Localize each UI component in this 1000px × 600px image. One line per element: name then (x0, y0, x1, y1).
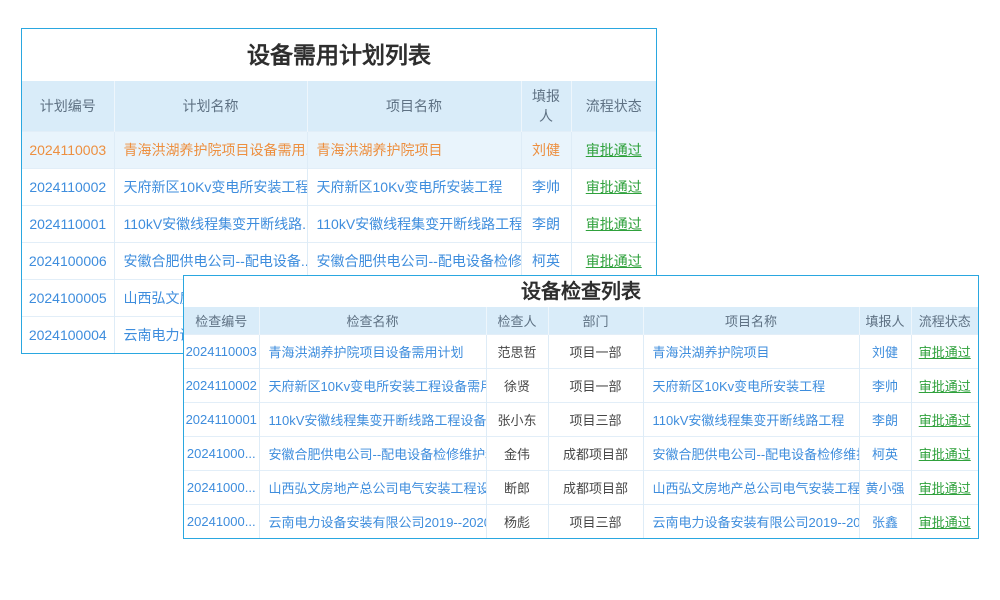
cell-reporter: 张鑫 (859, 505, 911, 539)
cell-project[interactable]: 110kV安徽线程集变开断线路工程 (307, 206, 521, 243)
cell-code[interactable]: 2024100004 (22, 317, 114, 354)
column-header: 部门 (548, 307, 643, 335)
column-header: 填报人 (859, 307, 911, 335)
cell-reporter: 刘健 (521, 132, 571, 169)
cell-status[interactable]: 审批通过 (571, 243, 656, 280)
cell-code[interactable]: 20241000... (184, 505, 259, 539)
cell-department: 成都项目部 (548, 471, 643, 505)
table-row[interactable]: 2024110002天府新区10Kv变电所安装工程设备需用计划徐贤项目一部天府新… (184, 369, 978, 403)
cell-code[interactable]: 2024100006 (22, 243, 114, 280)
cell-name[interactable]: 安徽合肥供电公司--配电设备... (114, 243, 307, 280)
inspection-table: 检查编号检查名称检查人部门项目名称填报人流程状态 2024110003青海洪湖养… (184, 307, 978, 538)
cell-inspector: 范思哲 (486, 335, 548, 369)
cell-code[interactable]: 2024110002 (22, 169, 114, 206)
cell-code[interactable]: 2024100005 (22, 280, 114, 317)
column-header: 计划编号 (22, 81, 114, 132)
cell-project[interactable]: 青海洪湖养护院项目 (643, 335, 859, 369)
inspection-list-title: 设备检查列表 (184, 276, 978, 307)
cell-department: 项目三部 (548, 403, 643, 437)
table-row[interactable]: 2024110001110kV安徽线程集变开断线路...110kV安徽线程集变开… (22, 206, 656, 243)
inspection-table-body: 2024110003青海洪湖养护院项目设备需用计划范思哲项目一部青海洪湖养护院项… (184, 335, 978, 539)
column-header: 项目名称 (307, 81, 521, 132)
cell-project[interactable]: 安徽合肥供电公司--配电设备检修... (307, 243, 521, 280)
cell-project[interactable]: 安徽合肥供电公司--配电设备检修维护... (643, 437, 859, 471)
cell-reporter: 李朗 (521, 206, 571, 243)
table-row[interactable]: 20241000...安徽合肥供电公司--配电设备检修维护和...金伟成都项目部… (184, 437, 978, 471)
cell-status[interactable]: 审批通过 (911, 471, 978, 505)
table-row[interactable]: 2024100006安徽合肥供电公司--配电设备...安徽合肥供电公司--配电设… (22, 243, 656, 280)
table-row[interactable]: 2024110003青海洪湖养护院项目设备需用...青海洪湖养护院项目刘健审批通… (22, 132, 656, 169)
plan-list-title: 设备需用计划列表 (22, 29, 656, 81)
cell-project[interactable]: 青海洪湖养护院项目 (307, 132, 521, 169)
cell-status[interactable]: 审批通过 (911, 403, 978, 437)
column-header: 填报人 (521, 81, 571, 132)
table-row[interactable]: 2024110001110kV安徽线程集变开断线路工程设备需...张小东项目三部… (184, 403, 978, 437)
cell-name[interactable]: 山西弘文房地产总公司电气安装工程设备... (259, 471, 486, 505)
cell-code[interactable]: 2024110002 (184, 369, 259, 403)
cell-project[interactable]: 天府新区10Kv变电所安装工程 (307, 169, 521, 206)
cell-name[interactable]: 110kV安徽线程集变开断线路... (114, 206, 307, 243)
cell-department: 项目一部 (548, 369, 643, 403)
cell-inspector: 张小东 (486, 403, 548, 437)
cell-code[interactable]: 20241000... (184, 437, 259, 471)
cell-project[interactable]: 云南电力设备安装有限公司2019--202... (643, 505, 859, 539)
cell-inspector: 徐贤 (486, 369, 548, 403)
cell-project[interactable]: 110kV安徽线程集变开断线路工程 (643, 403, 859, 437)
cell-name[interactable]: 天府新区10Kv变电所安装工程... (114, 169, 307, 206)
cell-status[interactable]: 审批通过 (571, 206, 656, 243)
column-header: 检查编号 (184, 307, 259, 335)
cell-code[interactable]: 20241000... (184, 471, 259, 505)
cell-inspector: 金伟 (486, 437, 548, 471)
cell-department: 成都项目部 (548, 437, 643, 471)
column-header: 流程状态 (911, 307, 978, 335)
cell-status[interactable]: 审批通过 (911, 335, 978, 369)
cell-status[interactable]: 审批通过 (911, 505, 978, 539)
cell-reporter: 柯英 (521, 243, 571, 280)
inspection-table-header-row: 检查编号检查名称检查人部门项目名称填报人流程状态 (184, 307, 978, 335)
column-header: 项目名称 (643, 307, 859, 335)
cell-reporter: 刘健 (859, 335, 911, 369)
column-header: 检查名称 (259, 307, 486, 335)
cell-reporter: 柯英 (859, 437, 911, 471)
cell-name[interactable]: 青海洪湖养护院项目设备需用... (114, 132, 307, 169)
cell-department: 项目三部 (548, 505, 643, 539)
cell-code[interactable]: 2024110003 (184, 335, 259, 369)
cell-status[interactable]: 审批通过 (911, 437, 978, 471)
cell-status[interactable]: 审批通过 (571, 132, 656, 169)
cell-inspector: 断郎 (486, 471, 548, 505)
cell-project[interactable]: 山西弘文房地产总公司电气安装工程 (643, 471, 859, 505)
cell-code[interactable]: 2024110001 (184, 403, 259, 437)
cell-name[interactable]: 青海洪湖养护院项目设备需用计划 (259, 335, 486, 369)
cell-status[interactable]: 审批通过 (571, 169, 656, 206)
cell-code[interactable]: 2024110003 (22, 132, 114, 169)
cell-reporter: 李帅 (521, 169, 571, 206)
table-row[interactable]: 2024110002天府新区10Kv变电所安装工程...天府新区10Kv变电所安… (22, 169, 656, 206)
cell-name[interactable]: 天府新区10Kv变电所安装工程设备需用计划 (259, 369, 486, 403)
cell-reporter: 李帅 (859, 369, 911, 403)
cell-code[interactable]: 2024110001 (22, 206, 114, 243)
column-header: 计划名称 (114, 81, 307, 132)
cell-name[interactable]: 110kV安徽线程集变开断线路工程设备需... (259, 403, 486, 437)
column-header: 检查人 (486, 307, 548, 335)
table-row[interactable]: 20241000...云南电力设备安装有限公司2019--2020年...杨彪项… (184, 505, 978, 539)
cell-status[interactable]: 审批通过 (911, 369, 978, 403)
cell-project[interactable]: 天府新区10Kv变电所安装工程 (643, 369, 859, 403)
cell-name[interactable]: 安徽合肥供电公司--配电设备检修维护和... (259, 437, 486, 471)
cell-reporter: 李朗 (859, 403, 911, 437)
plan-table-header-row: 计划编号计划名称项目名称填报人流程状态 (22, 81, 656, 132)
cell-inspector: 杨彪 (486, 505, 548, 539)
table-row[interactable]: 2024110003青海洪湖养护院项目设备需用计划范思哲项目一部青海洪湖养护院项… (184, 335, 978, 369)
table-row[interactable]: 20241000...山西弘文房地产总公司电气安装工程设备...断郎成都项目部山… (184, 471, 978, 505)
cell-department: 项目一部 (548, 335, 643, 369)
cell-reporter: 黄小强 (859, 471, 911, 505)
column-header: 流程状态 (571, 81, 656, 132)
cell-name[interactable]: 云南电力设备安装有限公司2019--2020年... (259, 505, 486, 539)
inspection-list-window: 设备检查列表 检查编号检查名称检查人部门项目名称填报人流程状态 20241100… (183, 275, 979, 539)
